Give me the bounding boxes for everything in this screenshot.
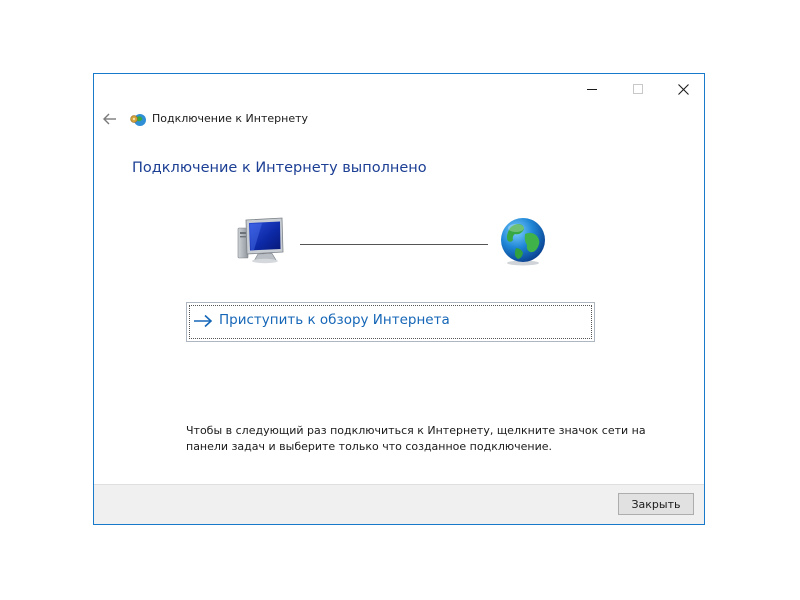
maximize-icon [633, 84, 643, 94]
reconnect-hint: Чтобы в следующий раз подключиться к Инт… [186, 424, 646, 453]
close-button-label: Закрыть [631, 497, 681, 511]
connection-wizard-window: Подключение к Интернету Подключение к Ин… [93, 73, 705, 525]
title-bar [94, 74, 704, 104]
maximize-button[interactable] [615, 74, 661, 104]
back-arrow-icon [103, 113, 116, 125]
nav-title: Подключение к Интернету [152, 112, 309, 125]
browse-internet-link[interactable]: Приступить к обзору Интернета [186, 302, 595, 342]
close-window-button[interactable] [660, 74, 706, 104]
footer-bar: Закрыть [94, 484, 704, 524]
navigation-bar: Подключение к Интернету [94, 104, 704, 134]
computer-icon [237, 217, 284, 264]
arrow-right-icon [194, 314, 213, 328]
page-heading: Подключение к Интернету выполнено [132, 160, 427, 176]
network-connection-icon [130, 114, 146, 126]
browse-internet-label: Приступить к обзору Интернета [219, 312, 450, 328]
close-icon [677, 83, 689, 95]
minimize-button[interactable] [569, 74, 615, 104]
back-button[interactable] [100, 109, 120, 129]
close-button[interactable]: Закрыть [618, 493, 694, 515]
minimize-icon [587, 89, 597, 90]
globe-icon [501, 218, 545, 266]
connection-line [300, 244, 488, 245]
